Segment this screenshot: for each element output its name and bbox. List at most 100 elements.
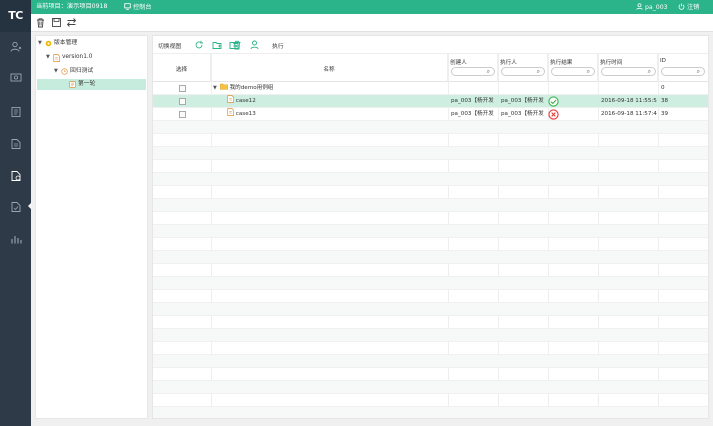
empty-row	[153, 407, 708, 418]
empty-row	[153, 381, 708, 394]
user-icon	[250, 40, 259, 50]
user-icon	[10, 41, 21, 52]
user-icon	[636, 3, 643, 10]
logout-label: 注销	[686, 4, 700, 11]
chevron-down-icon[interactable]: ▼	[54, 66, 59, 77]
empty-row	[153, 186, 708, 199]
switch-button[interactable]	[66, 17, 77, 28]
creator-filter-input[interactable]: ⌕	[451, 67, 495, 76]
sidebar-item-tasks[interactable]	[0, 197, 31, 217]
sidebar-item-docs[interactable]	[0, 134, 31, 154]
exec-time-cell: 2016-09-18 11:55:5	[601, 98, 657, 104]
row-checkbox[interactable]	[179, 111, 186, 118]
delete-button[interactable]	[35, 17, 46, 28]
tree-node-label: 版本管理	[54, 40, 78, 46]
exec-time-cell: 2016-09-18 11:57:4	[601, 111, 657, 117]
refresh-button[interactable]	[194, 40, 204, 50]
logout-button[interactable]: 注销	[678, 3, 699, 12]
case-file-icon	[227, 95, 234, 103]
empty-row	[153, 329, 708, 342]
sidebar-item-devices[interactable]	[0, 68, 31, 88]
switch-view-button[interactable]: 切换视图	[158, 41, 181, 50]
user-menu[interactable]: pa_003	[636, 3, 668, 12]
tree-node-version[interactable]: ▼ version1.0	[46, 52, 92, 63]
sidebar-item-stats[interactable]	[0, 229, 31, 249]
column-header-name: 名称	[323, 67, 335, 73]
case-file-icon	[227, 108, 234, 116]
column-header-creator: 创建人	[450, 60, 467, 66]
tree-node-round[interactable]: 第一轮	[37, 79, 146, 90]
creator-cell: pa_003【杨开发	[451, 111, 494, 117]
id-filter-input[interactable]: ⌕	[661, 67, 705, 76]
top-bar: 当前项目：演示项目0918 控制台 pa_003 注销	[0, 0, 713, 14]
delete-case-button[interactable]	[232, 40, 242, 50]
device-icon	[10, 73, 21, 82]
case-icon	[11, 171, 20, 181]
sidebar-item-users[interactable]	[0, 37, 31, 57]
fail-icon	[548, 109, 559, 120]
save-button[interactable]	[51, 17, 62, 28]
result-filter-input[interactable]: ⌕	[551, 67, 595, 76]
empty-row	[153, 225, 708, 238]
executor-cell: pa_003【杨开发	[501, 111, 544, 117]
chevron-down-icon[interactable]: ▼	[46, 52, 51, 63]
column-header-exec-time: 执行时间	[600, 60, 623, 66]
current-project: 当前项目：演示项目0918	[36, 3, 108, 10]
app-logo: TC	[0, 0, 31, 32]
empty-row	[153, 290, 708, 303]
trash-icon	[37, 18, 44, 28]
tree-node-label: version1.0	[62, 54, 93, 60]
table-row[interactable]: ▼ 我的demo用例组 0	[153, 82, 708, 95]
case-name: case12	[235, 98, 256, 104]
sidebar-item-cases[interactable]	[0, 166, 31, 186]
execute-button[interactable]: 执行	[272, 41, 284, 50]
row-checkbox[interactable]	[179, 85, 186, 92]
name-cell: case12	[227, 95, 256, 108]
table-row[interactable]: case13 pa_003【杨开发 pa_003【杨开发 2016-09-18 …	[153, 108, 708, 121]
empty-row	[153, 355, 708, 368]
empty-row	[153, 342, 708, 355]
assign-user-button[interactable]	[250, 40, 260, 50]
empty-row	[153, 368, 708, 381]
row-checkbox[interactable]	[179, 98, 186, 105]
round-icon	[69, 81, 76, 88]
search-icon: ⌕	[647, 68, 651, 75]
empty-row	[153, 238, 708, 251]
tree-panel: ▼ 版本管理 ▼ version1.0 ▼ 回归测试 第一轮	[35, 35, 148, 419]
doc-icon	[11, 139, 20, 149]
empty-row	[153, 121, 708, 134]
id-cell: 38	[661, 98, 669, 104]
id-cell: 39	[661, 111, 669, 117]
group-name: 我的demo用例组	[229, 85, 274, 91]
sidebar-item-reports[interactable]	[0, 102, 31, 122]
tree-node-label: 回归测试	[70, 68, 94, 74]
column-header-result: 执行结果	[550, 60, 573, 66]
tree-node-test[interactable]: ▼ 回归测试	[54, 66, 93, 77]
column-select: 选择	[153, 54, 211, 82]
search-icon: ⌕	[486, 68, 490, 75]
version-folder-icon	[45, 40, 52, 47]
tree-node-label: 第一轮	[78, 81, 96, 87]
executor-filter-input[interactable]: ⌕	[501, 67, 545, 76]
case-name: case13	[235, 111, 256, 117]
case-grid: 切换视图 执行 选择 名称 创建人 ⌕ 执行人 ⌕ 执行结果 ⌕ 执行时间 ⌕ …	[152, 35, 709, 419]
column-name: 名称	[211, 54, 448, 82]
chevron-down-icon[interactable]: ▼	[213, 82, 218, 95]
column-header-executor: 执行人	[500, 60, 517, 66]
name-cell: ▼ 我的demo用例组	[213, 82, 273, 95]
add-folder-button[interactable]	[212, 40, 222, 50]
empty-row	[153, 277, 708, 290]
exec-time-filter-input[interactable]: ⌕	[601, 67, 656, 76]
chevron-down-icon[interactable]: ▼	[38, 38, 43, 49]
empty-row	[153, 251, 708, 264]
search-icon: ⌕	[696, 68, 700, 75]
empty-row	[153, 134, 708, 147]
column-header-select: 选择	[175, 67, 188, 73]
report-icon	[11, 107, 20, 117]
main-toolbar	[31, 14, 713, 32]
empty-row	[153, 147, 708, 160]
sidebar	[0, 32, 32, 426]
tree-node-root[interactable]: ▼ 版本管理	[38, 38, 77, 49]
table-row[interactable]: case12 pa_003【杨开发 pa_003【杨开发 2016-09-18 …	[153, 95, 708, 108]
console-link[interactable]: 控制台	[124, 3, 152, 12]
